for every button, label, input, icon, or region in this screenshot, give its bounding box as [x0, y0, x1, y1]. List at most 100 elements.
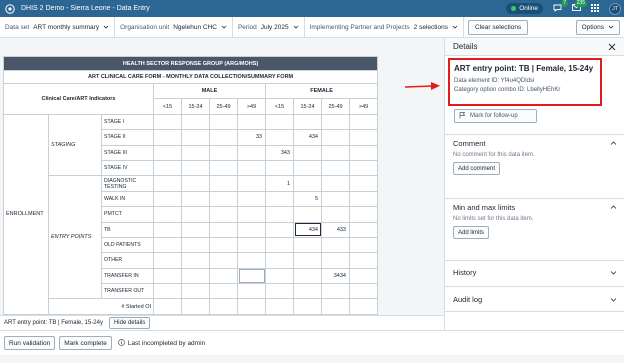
mark-complete-button[interactable]: Mark complete [59, 336, 112, 350]
data-input-cell[interactable] [348, 221, 379, 238]
data-input-cell[interactable] [265, 283, 294, 300]
data-input-cell[interactable] [265, 206, 294, 223]
data-input-cell[interactable] [153, 252, 182, 269]
data-input-cell[interactable] [293, 206, 322, 223]
data-input-cell[interactable] [237, 159, 266, 177]
data-input-cell[interactable] [293, 159, 322, 177]
interpretations-button[interactable]: 235 [568, 0, 587, 17]
data-input-cell[interactable] [209, 236, 238, 254]
data-input-cell[interactable] [237, 252, 266, 269]
data-input-cell[interactable] [321, 236, 350, 254]
data-input-cell[interactable] [348, 283, 379, 300]
data-input-cell[interactable] [348, 190, 379, 208]
data-input-cell[interactable] [153, 113, 182, 131]
data-input-cell[interactable] [321, 252, 350, 269]
data-input-cell[interactable] [209, 175, 238, 192]
data-input-cell[interactable] [237, 144, 266, 161]
data-input-cell[interactable] [321, 283, 350, 300]
data-input-cell[interactable] [265, 113, 294, 131]
clear-selections-button[interactable]: Clear selections [467, 19, 529, 35]
data-input-cell[interactable] [209, 144, 238, 161]
data-input-cell[interactable] [181, 267, 210, 285]
data-input-cell[interactable] [293, 144, 322, 161]
data-input-cell[interactable] [348, 175, 379, 192]
data-input-cell[interactable] [348, 206, 379, 223]
data-input-cell[interactable] [293, 113, 322, 131]
data-input-cell[interactable] [153, 190, 182, 208]
data-input-cell[interactable] [321, 206, 350, 223]
data-input-cell[interactable] [321, 129, 350, 146]
data-input-cell[interactable] [181, 206, 210, 223]
data-input-cell[interactable] [181, 129, 210, 146]
data-input-cell[interactable] [265, 267, 294, 285]
data-input-cell[interactable] [321, 159, 350, 177]
data-input-cell[interactable] [181, 298, 210, 315]
data-input-cell[interactable] [181, 236, 210, 254]
data-input-cell[interactable] [237, 175, 266, 192]
dataset-selector[interactable]: Data set ART monthly summary [0, 16, 116, 38]
data-input-cell[interactable] [209, 267, 238, 285]
data-input-cell[interactable] [153, 221, 182, 238]
data-input-cell[interactable] [348, 252, 379, 269]
data-input-cell[interactable] [181, 190, 210, 208]
data-input-cell[interactable] [153, 129, 182, 146]
run-validation-button[interactable]: Run validation [4, 336, 56, 350]
options-button[interactable]: Options [575, 19, 620, 35]
data-input-cell[interactable] [237, 267, 266, 285]
data-input-cell[interactable] [265, 298, 294, 315]
mark-follow-up-button[interactable]: Mark for follow-up [454, 109, 537, 123]
data-input-cell[interactable] [209, 298, 238, 315]
user-avatar[interactable]: JT [609, 2, 621, 15]
data-input-cell[interactable] [348, 298, 379, 315]
data-input-cell[interactable] [237, 283, 266, 300]
data-input-cell[interactable] [265, 221, 294, 238]
data-input-cell[interactable] [153, 267, 182, 285]
data-input-cell[interactable] [237, 298, 266, 315]
data-input-cell[interactable] [293, 283, 322, 300]
audit-log-toggle[interactable]: Audit log [453, 287, 617, 311]
data-input-cell[interactable] [293, 252, 322, 269]
data-input-cell[interactable] [209, 159, 238, 177]
data-input-cell[interactable] [265, 129, 294, 146]
data-input-cell[interactable] [181, 175, 210, 192]
data-input-cell[interactable] [237, 221, 266, 238]
data-input-cell[interactable] [209, 113, 238, 131]
data-input-cell[interactable] [265, 190, 294, 208]
data-input-cell[interactable] [348, 267, 379, 285]
add-limits-button[interactable]: Add limits [453, 226, 490, 239]
data-input-cell[interactable] [209, 283, 238, 300]
data-input-cell[interactable] [293, 298, 322, 315]
data-input-cell[interactable] [265, 236, 294, 254]
dhis2-logo-icon[interactable] [4, 3, 15, 14]
orgunit-selector[interactable]: Organisation unit Ngelehun CHC [115, 16, 233, 38]
data-input-cell[interactable] [181, 159, 210, 177]
data-input-cell[interactable] [321, 175, 350, 192]
data-input-cell[interactable] [153, 283, 182, 300]
data-input-cell[interactable] [153, 159, 182, 177]
data-input-cell[interactable] [181, 113, 210, 131]
data-input-cell[interactable] [265, 252, 294, 269]
data-input-cell[interactable] [181, 252, 210, 269]
data-input-cell[interactable]: 3434 [321, 267, 350, 285]
data-input-cell[interactable] [153, 144, 182, 161]
data-input-cell[interactable]: 433 [321, 221, 350, 238]
partner-selector[interactable]: Implementing Partner and Projects 2 sele… [305, 16, 464, 38]
limits-section-toggle[interactable]: Min and max limits [453, 199, 617, 216]
data-input-cell[interactable] [265, 159, 294, 177]
comment-section-toggle[interactable]: Comment [453, 135, 617, 152]
messages-button[interactable]: 7 [549, 0, 568, 17]
data-input-cell[interactable] [348, 144, 379, 161]
data-input-cell[interactable] [181, 144, 210, 161]
data-input-cell[interactable] [181, 283, 210, 300]
data-input-cell[interactable]: 33 [237, 129, 266, 146]
data-input-cell[interactable]: 5 [293, 190, 322, 208]
data-input-cell[interactable]: 1 [265, 175, 294, 192]
data-input-cell[interactable] [348, 129, 379, 146]
data-input-cell[interactable] [209, 206, 238, 223]
data-input-cell[interactable] [237, 113, 266, 131]
history-section-toggle[interactable]: History [453, 261, 617, 283]
add-comment-button[interactable]: Add comment [453, 162, 501, 175]
data-input-cell[interactable] [209, 129, 238, 146]
data-input-cell[interactable]: 434 [293, 129, 322, 146]
data-input-cell[interactable] [237, 236, 266, 254]
